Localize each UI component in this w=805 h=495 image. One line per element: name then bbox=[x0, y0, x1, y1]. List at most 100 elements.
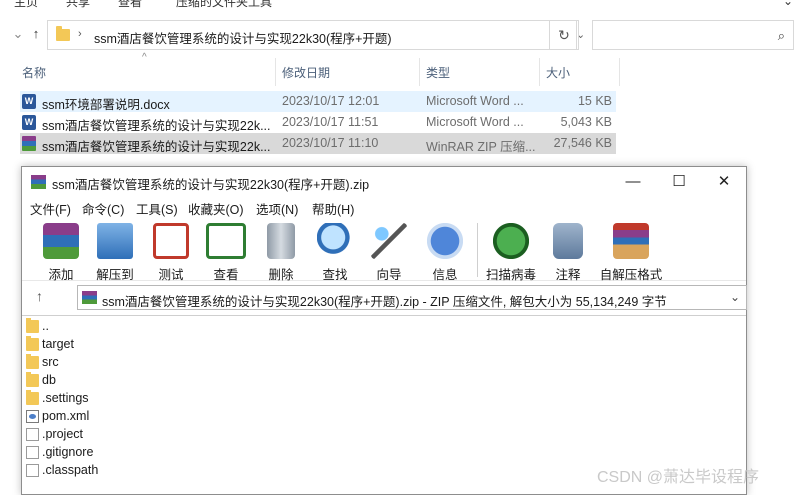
file-type: WinRAR ZIP 压缩... bbox=[426, 140, 536, 154]
menu-commands[interactable]: 命令(C) bbox=[82, 199, 124, 218]
menu-bar: 文件(F) 命令(C) 工具(S) 收藏夹(O) 选项(N) 帮助(H) bbox=[22, 197, 746, 217]
file-row-selected[interactable]: ssm酒店餐饮管理系统的设计与实现22k... 2023/10/17 11:10… bbox=[20, 133, 616, 154]
file-size: 5,043 KB bbox=[560, 115, 612, 129]
search-icon: ⌕ bbox=[777, 28, 785, 43]
up-folder-icon[interactable]: ↑ bbox=[36, 288, 43, 304]
sort-up-icon: ^ bbox=[142, 52, 147, 63]
file-modified: 2023/10/17 11:10 bbox=[282, 136, 379, 150]
ribbon-tab-home[interactable]: 主页 bbox=[14, 0, 38, 10]
list-item[interactable]: .classpath bbox=[26, 462, 326, 480]
file-icon bbox=[26, 428, 39, 441]
list-item[interactable]: .. bbox=[26, 318, 326, 336]
winrar-archive-icon bbox=[22, 136, 36, 151]
file-name: ssm酒店餐饮管理系统的设计与实现22k... bbox=[42, 119, 271, 133]
window-title: ssm酒店餐饮管理系统的设计与实现22k30(程序+开题).zip bbox=[52, 178, 370, 192]
file-row[interactable]: W ssm酒店餐饮管理系统的设计与实现22k... 2023/10/17 11:… bbox=[20, 112, 616, 133]
entry-name: pom.xml bbox=[42, 409, 90, 423]
file-type: Microsoft Word ... bbox=[426, 115, 524, 129]
entry-name: .. bbox=[42, 319, 49, 333]
recent-locations-chevron-icon[interactable]: ⌄ bbox=[10, 26, 26, 42]
list-item[interactable]: .project bbox=[26, 426, 326, 444]
add-archive-icon bbox=[43, 223, 79, 259]
menu-favorites[interactable]: 收藏夹(O) bbox=[188, 199, 244, 218]
ribbon-tab-view[interactable]: 查看 bbox=[118, 0, 142, 10]
entry-name: .project bbox=[42, 427, 83, 441]
refresh-button[interactable]: ↻ bbox=[549, 20, 579, 50]
file-icon bbox=[26, 446, 39, 459]
wizard-wand-icon bbox=[371, 223, 407, 259]
chevron-down-icon[interactable]: ⌄ bbox=[730, 290, 740, 304]
list-item[interactable]: .gitignore bbox=[26, 444, 326, 462]
comment-button[interactable]: 注释 bbox=[539, 221, 597, 282]
column-modified[interactable]: 修改日期 bbox=[282, 64, 330, 81]
file-name: ssm环境部署说明.docx bbox=[42, 98, 170, 112]
folder-icon bbox=[26, 390, 39, 405]
file-name: ssm酒店餐饮管理系统的设计与实现22k... bbox=[42, 140, 271, 154]
view-book-icon bbox=[206, 223, 246, 259]
file-modified: 2023/10/17 11:51 bbox=[282, 115, 379, 129]
winrar-window: ssm酒店餐饮管理系统的设计与实现22k30(程序+开题).zip — ☐ ✕ … bbox=[21, 166, 747, 495]
sfx-button[interactable]: 自解压格式 bbox=[600, 221, 662, 282]
test-clipboard-icon bbox=[153, 223, 189, 259]
list-item[interactable]: db bbox=[26, 372, 326, 390]
info-button[interactable]: 信息 bbox=[416, 221, 474, 282]
file-size: 15 KB bbox=[577, 94, 612, 108]
minimize-button[interactable]: — bbox=[610, 167, 656, 197]
search-input[interactable]: ⌕ bbox=[592, 20, 794, 50]
menu-tools[interactable]: 工具(S) bbox=[136, 199, 178, 218]
entry-name: .settings bbox=[42, 391, 89, 405]
column-type[interactable]: 类型 bbox=[426, 64, 450, 81]
folder-icon bbox=[26, 354, 39, 369]
list-item[interactable]: target bbox=[26, 336, 326, 354]
folder-icon bbox=[26, 372, 39, 387]
list-item[interactable]: pom.xml bbox=[26, 408, 326, 426]
folder-icon bbox=[26, 318, 39, 333]
entry-name: db bbox=[42, 373, 56, 387]
toolbar: 添加 解压到 测试 查看 删除 查找 向导 信息 扫描病毒 注释 自解压格式 bbox=[22, 219, 746, 282]
column-size[interactable]: 大小 bbox=[546, 64, 570, 81]
ribbon-tab-share[interactable]: 共享 bbox=[66, 0, 90, 10]
entry-name: target bbox=[42, 337, 74, 351]
maximize-icon: ☐ bbox=[672, 173, 686, 190]
file-size: 27,546 KB bbox=[553, 136, 612, 150]
breadcrumb-chevron-icon[interactable]: › bbox=[78, 28, 82, 40]
maximize-button[interactable]: ☐ bbox=[656, 167, 702, 197]
word-doc-icon: W bbox=[22, 94, 36, 109]
ribbon-expand-chevron-icon[interactable]: ⌄ bbox=[783, 0, 793, 8]
archive-path-text: ssm酒店餐饮管理系统的设计与实现22k30(程序+开题).zip - ZIP … bbox=[102, 295, 667, 309]
column-divider[interactable] bbox=[419, 58, 420, 86]
file-icon bbox=[26, 464, 39, 477]
refresh-icon: ↻ bbox=[558, 27, 570, 43]
word-doc-icon: W bbox=[22, 115, 36, 130]
menu-file[interactable]: 文件(F) bbox=[30, 199, 71, 218]
xml-file-icon bbox=[26, 410, 39, 423]
column-name[interactable]: 名称 bbox=[22, 64, 46, 81]
up-arrow-icon[interactable]: ↑ bbox=[28, 26, 44, 42]
close-button[interactable]: ✕ bbox=[701, 167, 747, 197]
column-divider[interactable] bbox=[619, 58, 620, 86]
title-bar[interactable]: ssm酒店餐饮管理系统的设计与实现22k30(程序+开题).zip — ☐ ✕ bbox=[22, 167, 746, 197]
comment-icon bbox=[553, 223, 583, 259]
ribbon-tab-compressed-tools[interactable]: 压缩的文件夹工具 bbox=[176, 0, 272, 10]
entry-name: .classpath bbox=[42, 463, 99, 477]
sfx-label: 自解压格式 bbox=[599, 268, 663, 282]
menu-help[interactable]: 帮助(H) bbox=[312, 199, 354, 218]
folder-icon bbox=[56, 26, 70, 41]
file-modified: 2023/10/17 12:01 bbox=[282, 94, 380, 108]
virus-scan-icon bbox=[493, 223, 529, 259]
file-row[interactable]: W ssm环境部署说明.docx 2023/10/17 12:01 Micros… bbox=[20, 91, 616, 112]
menu-options[interactable]: 选项(N) bbox=[256, 199, 298, 218]
winrar-archive-icon bbox=[82, 291, 97, 304]
column-divider[interactable] bbox=[275, 58, 276, 86]
address-bar[interactable]: › ssm酒店餐饮管理系统的设计与实现22k30(程序+开题) ⌄ bbox=[47, 20, 585, 50]
list-item[interactable]: src bbox=[26, 354, 326, 372]
close-icon: ✕ bbox=[717, 173, 731, 190]
column-divider[interactable] bbox=[539, 58, 540, 86]
list-item[interactable]: .settings bbox=[26, 390, 326, 408]
address-path: ssm酒店餐饮管理系统的设计与实现22k30(程序+开题) bbox=[94, 32, 392, 46]
file-type: Microsoft Word ... bbox=[426, 94, 524, 108]
watermark: CSDN @萧达毕设程序 bbox=[597, 469, 760, 486]
entry-name: .gitignore bbox=[42, 445, 94, 459]
ribbon-tabs: 主页 共享 查看 压缩的文件夹工具 bbox=[0, 0, 805, 10]
archive-path-combo[interactable]: ssm酒店餐饮管理系统的设计与实现22k30(程序+开题).zip - ZIP … bbox=[77, 285, 747, 310]
